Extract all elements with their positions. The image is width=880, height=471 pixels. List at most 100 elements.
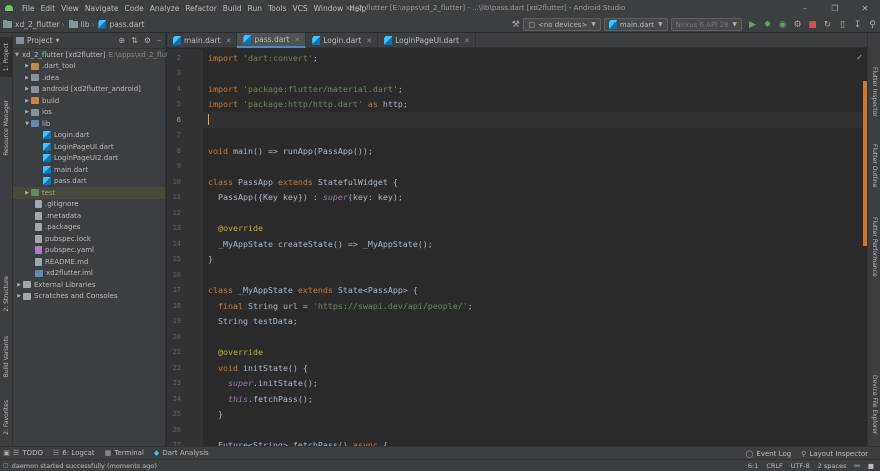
indent-setting[interactable]: 2 spaces: [818, 462, 847, 470]
tree-item-packages[interactable]: .packages: [13, 222, 165, 234]
status-message[interactable]: daemon started successfully (moments ago…: [12, 462, 157, 470]
hide-icon[interactable]: –: [157, 36, 161, 45]
tree-item-build[interactable]: ▶ build: [13, 95, 165, 107]
close-icon[interactable]: ✕: [294, 36, 300, 44]
project-view-selector[interactable]: Project: [27, 36, 53, 45]
code-line[interactable]: 9: [167, 159, 867, 175]
run-config-selector[interactable]: main.dart ▼: [603, 18, 668, 31]
hammer-icon[interactable]: ⚒: [509, 18, 522, 31]
inspection-icon[interactable]: ✓: [856, 53, 863, 62]
code-line[interactable]: 13 @override: [167, 221, 867, 237]
status-toggle-icon[interactable]: ▢: [3, 462, 9, 469]
code-line[interactable]: 27 Future<String> fetchPass() async {: [167, 438, 867, 446]
tool-event-log[interactable]: ◯ Event Log: [746, 450, 792, 458]
menu-analyze[interactable]: Analyze: [147, 4, 183, 13]
code-line[interactable]: 23 super.initState();: [167, 376, 867, 392]
caret-position[interactable]: 6:1: [748, 462, 758, 470]
file-encoding[interactable]: UTF-8: [791, 462, 810, 470]
code-line[interactable]: 4 import 'package:flutter/material.dart';: [167, 81, 867, 97]
tree-item-idea[interactable]: ▶ .idea: [13, 72, 165, 84]
tree-item-ios[interactable]: ▶ ios: [13, 107, 165, 119]
tab-main-dart[interactable]: main.dart ✕: [167, 33, 238, 48]
tree-item-iml[interactable]: xd2flutter.iml: [13, 268, 165, 280]
menu-window[interactable]: Window: [311, 4, 347, 13]
code-line[interactable]: 10 class PassApp extends StatefulWidget {: [167, 174, 867, 190]
code-line[interactable]: 8 void main() => runApp(PassApp());: [167, 143, 867, 159]
menu-refactor[interactable]: Refactor: [182, 4, 219, 13]
tree-item-external-libraries[interactable]: ▶ External Libraries: [13, 279, 165, 291]
code-line[interactable]: 12: [167, 205, 867, 221]
breadcrumb-file[interactable]: pass.dart: [95, 19, 144, 29]
code-area[interactable]: 2 import 'dart:convert'; 3 4 import 'package…: [167, 49, 867, 446]
gear-icon[interactable]: ⚙: [144, 36, 151, 45]
tab-flutter-outline[interactable]: Flutter Outline: [868, 133, 880, 199]
code-line[interactable]: 22 void initState() {: [167, 360, 867, 376]
tab-project[interactable]: 1: Project: [0, 37, 13, 77]
menu-tools[interactable]: Tools: [265, 4, 289, 13]
code-line[interactable]: 20: [167, 329, 867, 345]
code-line[interactable]: 25 }: [167, 407, 867, 423]
code-line[interactable]: 17 class _MyAppState extends State<PassAp…: [167, 283, 867, 299]
tool-dart-analysis[interactable]: ◆ Dart Analysis: [154, 449, 209, 457]
tree-item-android[interactable]: ▶ android [xd2flutter_android]: [13, 84, 165, 96]
close-icon[interactable]: ✕: [850, 0, 880, 16]
tab-structure[interactable]: 2: Structure: [0, 273, 13, 315]
tab-device-file-explorer[interactable]: Device File Explorer: [868, 369, 880, 441]
tab-favorites[interactable]: 2: Favorites: [0, 395, 13, 439]
close-icon[interactable]: ✕: [464, 37, 470, 45]
tree-item-login-dart[interactable]: Login.dart: [13, 130, 165, 142]
code-line[interactable]: 7: [167, 128, 867, 144]
sync-icon[interactable]: ↻: [821, 18, 834, 31]
tab-resource-manager[interactable]: Resource Manager: [0, 97, 13, 159]
tab-flutter-inspector[interactable]: Flutter Inspector: [868, 57, 880, 127]
tool-layout-inspector[interactable]: ⚲ Layout Inspector: [801, 450, 868, 458]
code-line[interactable]: 5 import 'package:http/http.dart' as http…: [167, 97, 867, 113]
tree-item-pubspec-yaml[interactable]: pubspec.yaml: [13, 245, 165, 257]
code-line[interactable]: 16: [167, 267, 867, 283]
tree-item-readme[interactable]: README.md: [13, 256, 165, 268]
menu-code[interactable]: Code: [122, 4, 147, 13]
tab-flutter-performance[interactable]: Flutter Performance: [868, 205, 880, 289]
lock-icon[interactable]: ⚯: [854, 462, 859, 470]
tree-item-pubspec-lock[interactable]: pubspec.lock: [13, 233, 165, 245]
menu-run[interactable]: Run: [245, 4, 265, 13]
tab-loginpageui-dart[interactable]: LoginPageUI.dart ✕: [378, 33, 476, 48]
tool-todo[interactable]: ☰ TODO: [13, 449, 43, 457]
tool-windows-icon[interactable]: ▣: [0, 449, 13, 457]
tab-login-dart[interactable]: Login.dart ✕: [306, 33, 379, 48]
line-separator[interactable]: CRLF: [766, 462, 782, 470]
code-line[interactable]: 2 import 'dart:convert';: [167, 50, 867, 66]
code-line[interactable]: 11 PassApp({Key key}) : super(key: key);: [167, 190, 867, 206]
locate-icon[interactable]: ⊕: [118, 36, 125, 45]
code-line[interactable]: 24 this.fetchPass();: [167, 391, 867, 407]
collapse-all-icon[interactable]: ⇅: [131, 36, 138, 45]
run-icon[interactable]: ▶: [746, 18, 759, 31]
code-line[interactable]: 14 _MyAppState createState() => _MyAppSt…: [167, 236, 867, 252]
code-line[interactable]: 26: [167, 422, 867, 438]
tree-item-lib[interactable]: ▼ lib: [13, 118, 165, 130]
minimize-icon[interactable]: –: [790, 0, 820, 16]
menu-edit[interactable]: Edit: [38, 4, 59, 13]
tree-item-pass-dart[interactable]: pass.dart: [13, 176, 165, 188]
breadcrumb-project[interactable]: xd_2_flutter ›: [0, 19, 66, 29]
stop-icon[interactable]: ■: [806, 18, 819, 31]
menu-file[interactable]: File: [19, 4, 38, 13]
code-line[interactable]: 18 final String url = 'https://swapi.dev…: [167, 298, 867, 314]
search-icon[interactable]: ⚲: [866, 18, 879, 31]
menu-build[interactable]: Build: [220, 4, 245, 13]
menu-view[interactable]: View: [58, 4, 82, 13]
tab-build-variants[interactable]: Build Variants: [0, 333, 13, 381]
tree-item-dart-tool[interactable]: ▶ .dart_tool: [13, 61, 165, 73]
tab-pass-dart[interactable]: pass.dart ✕: [237, 33, 307, 48]
tool-terminal[interactable]: ▦ Terminal: [105, 449, 144, 457]
menu-navigate[interactable]: Navigate: [82, 4, 122, 13]
tree-item-scratches[interactable]: ▶ Scratches and Consoles: [13, 291, 165, 303]
tool-logcat[interactable]: ☷ 6: Logcat: [53, 449, 95, 457]
breadcrumb-lib[interactable]: lib ›: [66, 19, 96, 29]
tree-item-loginpageui2-dart[interactable]: LoginPageUI2.dart: [13, 153, 165, 165]
tree-item-main-dart[interactable]: main.dart: [13, 164, 165, 176]
close-icon[interactable]: ✕: [226, 37, 232, 45]
code-line[interactable]: 6: [167, 112, 867, 128]
emulator-selector[interactable]: Nexus 6 API 28 ▼: [670, 18, 742, 31]
tree-item-test[interactable]: ▶ test: [13, 187, 165, 199]
